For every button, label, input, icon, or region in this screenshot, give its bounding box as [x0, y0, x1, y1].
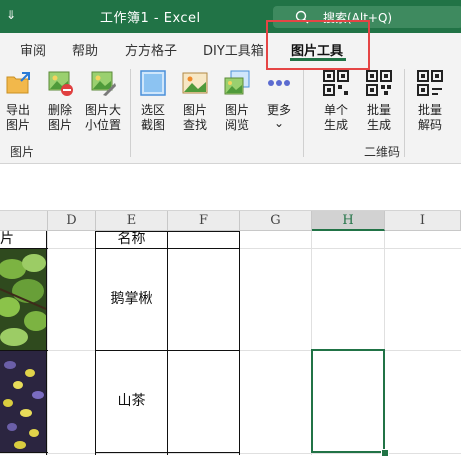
qr-decode-label-1: 批量 — [417, 103, 442, 117]
screenshot-icon — [140, 70, 166, 96]
ribbon-separator — [303, 69, 304, 157]
column-header-d[interactable]: D — [48, 211, 96, 231]
picture-size-icon — [91, 71, 116, 96]
column-header-c[interactable] — [0, 211, 48, 231]
view-picture-button[interactable]: 图片 阅览 — [217, 69, 257, 133]
qr-batch-label-2: 生成 — [366, 118, 391, 132]
column-header-f[interactable]: F — [168, 211, 240, 231]
ribbon-panel: 导出 图片 删除 图片 图片大 小位置 选区 截图 图片 查找 图片 阅览 更多… — [0, 63, 461, 164]
tulip-tree-photo[interactable] — [0, 249, 46, 350]
ribbon-separator — [130, 69, 131, 157]
tab-review[interactable]: 审阅 — [20, 40, 46, 59]
qr-single-label-2: 生成 — [323, 118, 348, 132]
name-cell-camellia[interactable]: 山茶 — [96, 351, 167, 452]
ribbon-separator — [404, 69, 405, 157]
qr-decode-icon — [417, 70, 443, 96]
delete-picture-icon — [48, 71, 73, 96]
qr-single-generate-button[interactable]: 单个 生成 — [316, 69, 356, 133]
qr-decode-label-2: 解码 — [417, 118, 442, 132]
find-picture-icon — [182, 72, 208, 94]
delete-picture-button[interactable]: 删除 图片 — [40, 69, 80, 133]
tab-help[interactable]: 帮助 — [72, 40, 98, 59]
picture-size-label-1: 图片大 — [84, 103, 121, 117]
tab-diy-toolbox[interactable]: DIY工具箱 — [203, 40, 264, 59]
more-button[interactable]: 更多 ⌄ — [259, 69, 299, 131]
qr-single-icon — [323, 70, 349, 96]
picture-size-label-2: 小位置 — [84, 118, 121, 132]
export-picture-label-1: 导出 — [5, 103, 30, 117]
selection-screenshot-button[interactable]: 选区 截图 — [133, 69, 173, 133]
picture-size-position-button[interactable]: 图片大 小位置 — [82, 69, 124, 133]
group-label-qrcode: 二维码 — [364, 145, 401, 159]
worksheet-grid[interactable] — [0, 231, 461, 455]
delete-picture-label-1: 删除 — [47, 103, 72, 117]
group-label-picture: 图片 — [10, 145, 35, 159]
column-header-h[interactable]: H — [312, 211, 385, 231]
view-picture-icon — [224, 70, 250, 95]
screenshot-label-2: 截图 — [140, 118, 165, 132]
tab-fangfang-grid[interactable]: 方方格子 — [125, 40, 177, 59]
formula-bar-area — [0, 164, 461, 211]
qr-batch-label-1: 批量 — [366, 103, 391, 117]
export-picture-icon — [6, 72, 30, 94]
find-picture-label-2: 查找 — [182, 118, 207, 132]
export-picture-label-2: 图片 — [5, 118, 30, 132]
window-title: 工作簿1 - Excel — [100, 11, 201, 26]
qr-batch-generate-button[interactable]: 批量 生成 — [359, 69, 399, 133]
fill-handle[interactable] — [381, 449, 389, 457]
find-picture-button[interactable]: 图片 查找 — [175, 69, 215, 133]
header-cell-picture[interactable]: 片 — [0, 231, 14, 248]
camellia-photo[interactable] — [0, 351, 46, 452]
column-header-e[interactable]: E — [96, 211, 168, 231]
screenshot-label-1: 选区 — [140, 103, 165, 117]
view-picture-label-1: 图片 — [224, 103, 249, 117]
highlight-annotation — [266, 20, 370, 70]
column-header-g[interactable]: G — [240, 211, 312, 231]
name-cell-tulip-tree[interactable]: 鹅掌楸 — [96, 249, 167, 350]
column-header-i[interactable]: I — [385, 211, 461, 231]
find-picture-label-1: 图片 — [182, 103, 207, 117]
delete-picture-label-2: 图片 — [47, 118, 72, 132]
more-chevron-down-icon: ⌄ — [273, 116, 285, 130]
more-icon — [268, 80, 290, 86]
header-cell-name[interactable]: 名称 — [96, 231, 167, 248]
view-picture-label-2: 阅览 — [224, 118, 249, 132]
ribbon-tabs: 审阅 帮助 方方格子 DIY工具箱 图片工具 — [0, 33, 461, 63]
export-picture-button[interactable]: 导出 图片 — [0, 69, 38, 133]
title-bar: ⇓ 工作簿1 - Excel 搜索(Alt+Q) — [0, 0, 461, 33]
selected-cell[interactable] — [311, 349, 385, 453]
qr-single-label-1: 单个 — [323, 103, 348, 117]
quick-access-customize-icon[interactable]: ⇓ — [6, 8, 16, 22]
qr-batch-decode-button[interactable]: 批量 解码 — [410, 69, 450, 133]
qr-batch-icon — [366, 70, 392, 96]
